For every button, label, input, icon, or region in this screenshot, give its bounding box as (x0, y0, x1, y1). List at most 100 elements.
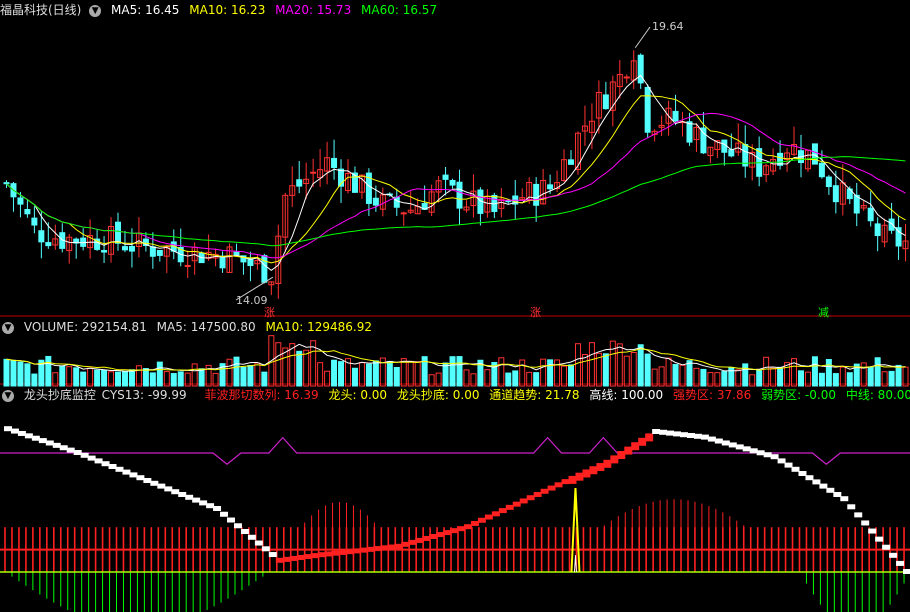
volume-bar (275, 342, 282, 387)
trend-channel-block (380, 545, 389, 551)
trend-channel-block (498, 508, 507, 514)
volume-bar (442, 362, 449, 387)
trend-channel-block (150, 480, 159, 486)
volume-bar (31, 373, 38, 387)
price-header: 福晶科技(日线) ▼ MA5: 16.45 MA10: 16.23 MA20: … (0, 1, 443, 19)
candle-body (888, 218, 895, 231)
trend-channel-block (805, 475, 814, 481)
trend-channel-block (352, 548, 361, 554)
indicator-item: 菲波那切数列: 16.39 (204, 388, 319, 402)
volume-bar (895, 364, 902, 387)
trend-channel-block (122, 469, 131, 475)
trend-channel-block (227, 517, 235, 523)
volume-label: VOLUME: 292154.81 (23, 320, 147, 334)
volume-bar (561, 365, 568, 387)
candle-body (818, 162, 825, 178)
stock-title: 福晶科技(日线) (0, 3, 82, 17)
trend-channel-block (101, 461, 110, 467)
volume-bar (261, 371, 268, 387)
volume-bar (797, 370, 804, 387)
volume-bar (247, 365, 254, 387)
volume-ma5-label: MA5: 147500.80 (156, 320, 256, 334)
trend-channel-block (171, 489, 180, 495)
volume-bar (547, 359, 554, 387)
candle-body (895, 227, 902, 247)
chevron-down-icon[interactable]: ▼ (2, 389, 14, 402)
trend-channel-block (568, 475, 577, 484)
trend-channel-block (596, 463, 605, 472)
volume-bar (87, 367, 94, 387)
trend-channel-block (763, 452, 772, 458)
trend-channel-block (812, 479, 821, 485)
trend-channel-block (4, 426, 12, 432)
volume-bar (665, 357, 672, 387)
candle-body (38, 230, 45, 243)
trend-channel-block (66, 447, 75, 453)
candle-body (644, 86, 651, 133)
indicator-item: 龙头: 0.00 (328, 388, 388, 402)
volume-bar (372, 360, 379, 387)
high-price-pointer (634, 26, 651, 49)
trend-channel-block (519, 498, 528, 504)
candle-body (686, 121, 693, 143)
trend-channel-block (582, 469, 591, 478)
trend-channel-block (714, 438, 723, 444)
trend-channel-block (387, 544, 396, 550)
volume-bar (554, 359, 561, 387)
trend-channel-block (296, 555, 305, 560)
trend-channel-block (666, 430, 675, 436)
volume-bar (296, 350, 303, 387)
trend-channel-block (847, 504, 856, 510)
volume-bar (135, 365, 142, 387)
candle-body (505, 200, 512, 203)
trend-channel-block (686, 433, 695, 438)
volume-bar (17, 361, 24, 387)
indicator-header: ▼ 龙头抄底监控 CYS13: -99.99 菲波那切数列: 16.39 龙头:… (0, 386, 910, 404)
volume-bar (393, 366, 400, 387)
volume-bar (45, 355, 52, 387)
volume-bar (693, 367, 700, 387)
volume-bar (512, 370, 519, 387)
volume-bar (407, 360, 414, 387)
trend-channel-block (547, 485, 556, 491)
volume-bar (533, 372, 540, 387)
candle-body (128, 245, 135, 252)
trend-channel-block (324, 551, 333, 557)
volume-bar (609, 340, 616, 387)
volume-bar (505, 372, 512, 387)
trend-channel-block (108, 464, 117, 469)
trend-channel-block (233, 523, 242, 529)
trend-channel-block (889, 552, 898, 558)
trend-channel-block (199, 500, 208, 506)
candle-body (24, 209, 31, 215)
trend-channel-block (213, 506, 222, 511)
signal-marker-3: 减 (818, 306, 829, 319)
volume-bar (756, 370, 763, 387)
trend-channel-block (80, 452, 89, 458)
chevron-down-icon[interactable]: ▼ (89, 4, 102, 17)
trend-channel-block (603, 459, 612, 468)
trend-channel-block (854, 512, 863, 518)
trend-channel-block (868, 528, 877, 534)
trend-channel-block (659, 429, 668, 435)
chevron-down-icon[interactable]: ▼ (2, 321, 14, 334)
volume-bar (414, 361, 421, 387)
volume-bar (303, 349, 310, 387)
volume-bar (574, 343, 581, 387)
volume-bar (3, 358, 10, 387)
volume-bar (616, 343, 623, 387)
trend-channel-block (707, 436, 716, 442)
volume-bar (331, 359, 338, 387)
volume-bar (338, 361, 345, 387)
trend-channel-block (512, 501, 521, 507)
volume-bar (498, 357, 505, 387)
trend-channel-block (896, 560, 905, 566)
trend-channel-block (735, 444, 744, 450)
volume-bar (351, 367, 358, 387)
trend-channel-block (394, 543, 403, 549)
trend-channel-block (673, 431, 682, 437)
candle-body (602, 94, 609, 110)
trend-channel-block (638, 437, 647, 446)
trend-channel-block (589, 466, 598, 475)
trend-channel-block (282, 556, 291, 562)
